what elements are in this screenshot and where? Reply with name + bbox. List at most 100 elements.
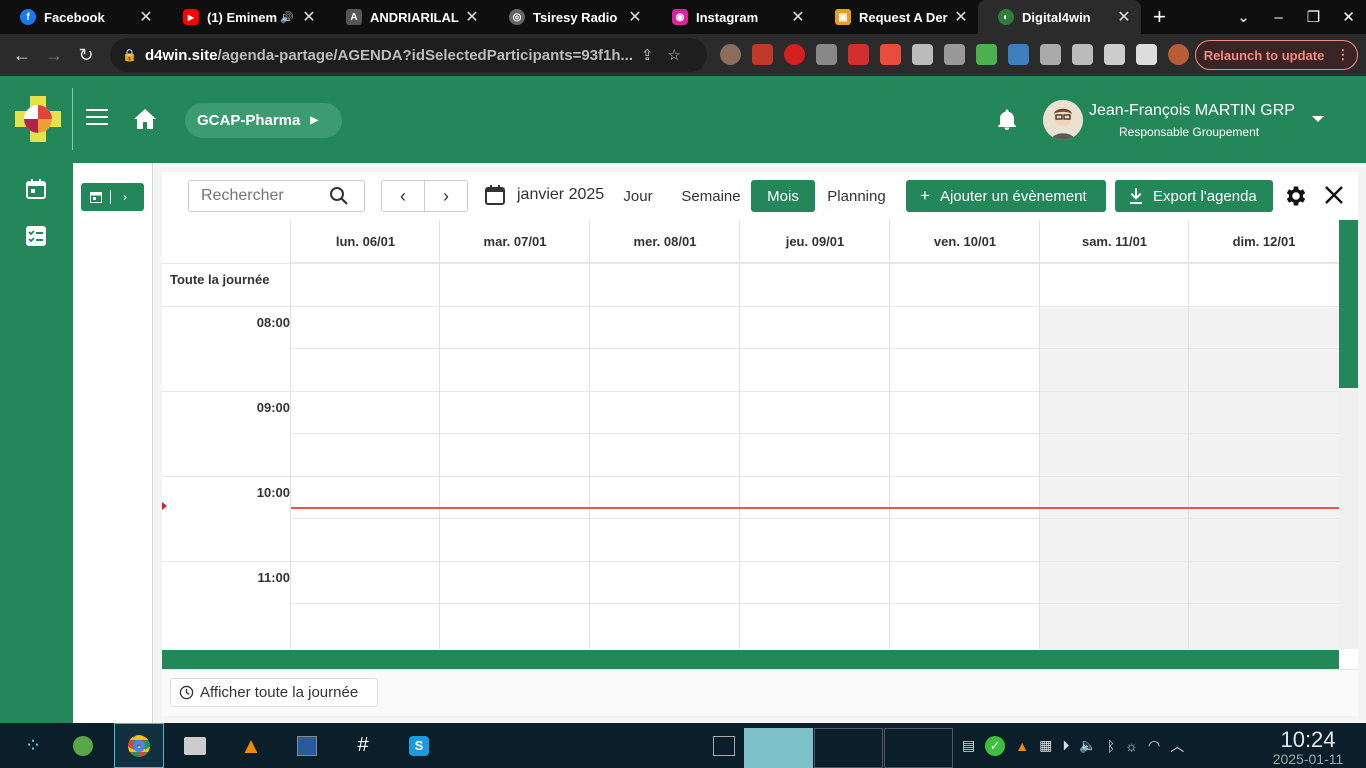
close-tab-icon[interactable]: ✕ — [954, 7, 968, 27]
show-all-day-button[interactable]: Afficher toute la journée — [170, 678, 378, 707]
view-month-button[interactable]: Mois — [751, 180, 815, 212]
share-icon[interactable]: ⇪ — [641, 47, 668, 64]
update-check-icon[interactable]: ✓ — [985, 735, 1006, 756]
notification-bell-icon[interactable] — [997, 109, 1017, 131]
browser-tab-active[interactable]: ◐ Digital4win ✕ — [978, 0, 1141, 34]
show-desktop-icon[interactable] — [705, 728, 743, 768]
minimize-icon[interactable]: – — [1261, 9, 1296, 26]
sidepanel-icon[interactable] — [1136, 44, 1157, 65]
day-header[interactable]: lun. 06/01 — [291, 220, 440, 263]
day-header[interactable]: jeu. 09/01 — [740, 220, 890, 263]
calendar-picker-icon[interactable] — [485, 185, 505, 205]
vlc-icon[interactable]: ▲ — [226, 723, 276, 768]
close-tab-icon[interactable]: ✕ — [302, 7, 316, 27]
settings-gear-icon[interactable] — [1283, 183, 1309, 209]
menu-icon[interactable] — [86, 109, 108, 127]
close-tab-icon[interactable]: ✕ — [1117, 7, 1131, 27]
forward-icon[interactable]: → — [38, 45, 70, 66]
group-selector-button[interactable]: GCAP-Pharma ▶ — [185, 103, 342, 138]
close-tab-icon[interactable]: ✕ — [139, 7, 153, 27]
export-agenda-button[interactable]: Export l'agenda — [1115, 180, 1273, 212]
extension-icon[interactable] — [944, 44, 965, 65]
wifi-icon[interactable]: ◠ — [1148, 737, 1160, 754]
vscode-icon[interactable] — [282, 723, 332, 768]
browser-tab[interactable]: ◉ Instagram ✕ — [652, 0, 815, 34]
extension-icon[interactable] — [880, 44, 901, 65]
workspace-3[interactable] — [884, 728, 953, 768]
url-field[interactable]: 🔒 d4win.site/agenda-partage/AGENDA?idSel… — [110, 38, 707, 72]
site-info-icon[interactable]: 🔒 — [122, 48, 137, 62]
file-manager-icon[interactable] — [170, 723, 220, 768]
profile-avatar-icon[interactable] — [1168, 44, 1189, 65]
day-header[interactable]: mer. 08/01 — [590, 220, 740, 263]
reload-icon[interactable]: ↻ — [70, 45, 102, 66]
extension-icon[interactable] — [720, 44, 741, 65]
browser-tab[interactable]: ▶ (1) Eminem 🔊 ✕ — [163, 0, 326, 34]
slack-icon[interactable]: # — [338, 723, 388, 768]
day-header[interactable]: sam. 11/01 — [1040, 220, 1189, 263]
puzzle-icon[interactable] — [1040, 44, 1061, 65]
clipboard-icon[interactable]: ▤ — [962, 737, 975, 754]
tray-expand-icon[interactable]: ︿ — [1170, 736, 1184, 756]
previous-period-button[interactable]: ‹ — [382, 181, 425, 211]
close-tab-icon[interactable]: ✕ — [465, 7, 479, 27]
restore-icon[interactable]: ❐ — [1296, 8, 1331, 26]
user-menu-caret-icon[interactable] — [1312, 116, 1324, 122]
brightness-icon[interactable]: ☼ — [1125, 738, 1138, 754]
chrome-icon[interactable] — [114, 723, 164, 768]
vlc-tray-icon[interactable]: ▲ — [1015, 738, 1029, 754]
extension-icon[interactable] — [784, 44, 805, 65]
speaker-icon[interactable]: 🔊 — [280, 11, 294, 24]
close-window-icon[interactable]: ✕ — [1331, 8, 1366, 26]
day-header[interactable]: dim. 12/01 — [1189, 220, 1339, 263]
task-list-icon[interactable] — [26, 226, 46, 246]
new-tab-icon[interactable]: + — [1153, 4, 1166, 30]
close-tab-icon[interactable]: ✕ — [791, 7, 805, 27]
home-icon[interactable] — [133, 108, 157, 130]
add-event-button[interactable]: + Ajouter un évènement — [906, 180, 1106, 212]
extension-icon[interactable] — [1008, 44, 1029, 65]
download-manager-icon[interactable] — [58, 723, 108, 768]
current-month-label[interactable]: janvier 2025 — [517, 186, 604, 204]
launcher-icon[interactable]: ⁘ — [8, 723, 58, 768]
day-header[interactable]: mar. 07/01 — [440, 220, 590, 263]
next-period-button[interactable]: › — [425, 181, 467, 211]
relaunch-button[interactable]: Relaunch to update ⋮ — [1195, 40, 1358, 70]
close-icon[interactable] — [1324, 185, 1344, 205]
mini-calendar-toggle-button[interactable]: › — [81, 183, 144, 211]
extension-icon[interactable] — [816, 44, 837, 65]
browser-tab[interactable]: A ANDRIARILAL ✕ — [326, 0, 489, 34]
horizontal-scrollbar[interactable] — [162, 650, 1339, 669]
day-header[interactable]: ven. 10/01 — [890, 220, 1040, 263]
workspace-1[interactable] — [744, 728, 813, 768]
extension-icon[interactable] — [912, 44, 933, 65]
view-planning-button[interactable]: Planning — [822, 180, 891, 212]
volume-icon[interactable]: 🔈 — [1079, 737, 1096, 754]
workspace-2[interactable] — [814, 728, 883, 768]
back-icon[interactable]: ← — [6, 45, 38, 66]
downloads-icon[interactable] — [1104, 44, 1125, 65]
browser-tab[interactable]: f Facebook ✕ — [0, 0, 163, 34]
calendar-icon[interactable] — [26, 179, 46, 199]
browser-tab[interactable]: ▣ Request A Der ✕ — [815, 0, 978, 34]
clock-date[interactable]: 2025-01-11 — [1263, 751, 1353, 767]
media-icon[interactable] — [1072, 44, 1093, 65]
view-week-button[interactable]: Semaine — [676, 180, 746, 212]
close-tab-icon[interactable]: ✕ — [628, 7, 642, 27]
download-extension-icon[interactable] — [976, 44, 997, 65]
vertical-scrollbar-thumb[interactable] — [1339, 220, 1358, 388]
search-icon[interactable] — [329, 186, 349, 206]
avatar[interactable] — [1043, 100, 1083, 140]
browser-tab[interactable]: ◎ Tsiresy Radio ✕ — [489, 0, 652, 34]
bookmark-star-icon[interactable]: ☆ — [668, 47, 695, 64]
clock-time[interactable]: 10:24 — [1263, 727, 1353, 753]
extension-icon[interactable] — [848, 44, 869, 65]
tab-search-icon[interactable]: ⌄ — [1226, 8, 1261, 26]
digital4win-logo[interactable] — [15, 96, 61, 142]
extension-icon[interactable] — [752, 44, 773, 65]
media-play-icon[interactable]: ⏵ — [1062, 737, 1069, 754]
skype-icon[interactable]: S — [394, 723, 444, 768]
bluetooth-icon[interactable]: ᛒ — [1107, 738, 1115, 754]
view-day-button[interactable]: Jour — [616, 180, 660, 212]
notes-icon[interactable]: ▦ — [1039, 737, 1052, 754]
